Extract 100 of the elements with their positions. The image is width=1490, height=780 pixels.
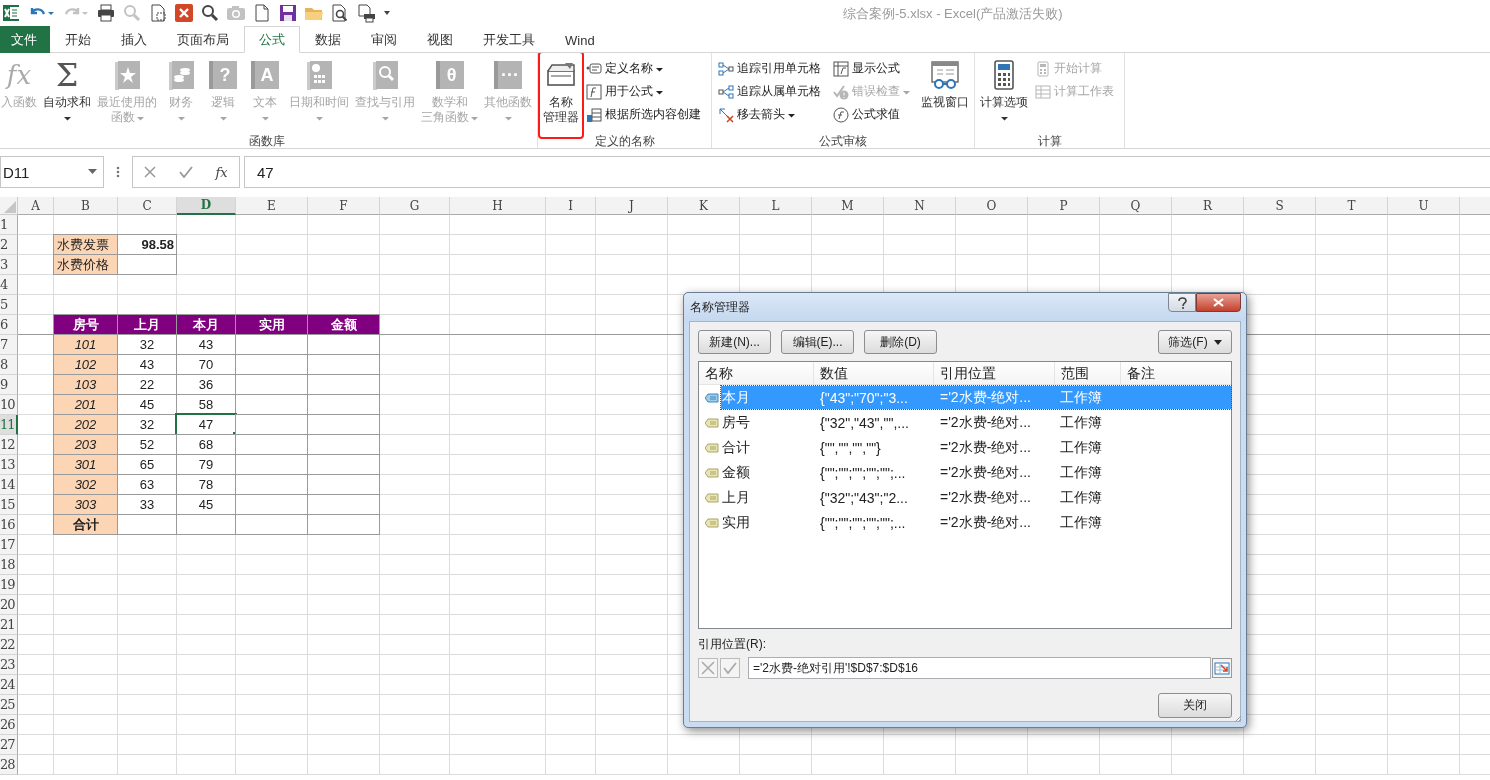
row-header[interactable]: 3 (0, 255, 18, 275)
ribbon-button[interactable]: 定义名称 (586, 57, 705, 80)
row-header[interactable]: 23 (0, 655, 18, 675)
printer-icon[interactable] (96, 3, 116, 23)
column-header[interactable]: N (884, 197, 956, 215)
row-header[interactable]: 13 (0, 455, 18, 475)
ribbon-button[interactable]: 监视窗口 (918, 57, 972, 133)
column-header[interactable]: M (812, 197, 884, 215)
close-button[interactable] (1196, 293, 1241, 312)
resize-grip-icon[interactable] (1233, 714, 1242, 723)
column-header[interactable]: D (177, 197, 236, 215)
save-icon[interactable] (278, 3, 298, 23)
ribbon-tab[interactable]: 公式 (244, 26, 300, 53)
reference-field[interactable]: ='2水费-绝对引用'!$D$7:$D$16 (748, 657, 1211, 679)
row-header[interactable]: 12 (0, 435, 18, 455)
list-row[interactable]: 房号 {"32","43","",... ='2水费-绝对... 工作簿 (721, 411, 1231, 434)
ribbon-button[interactable]: 名称 管理器 (540, 53, 582, 137)
list-row[interactable]: 合计 {"","","",""} ='2水费-绝对... 工作簿 (721, 436, 1231, 459)
name-box[interactable]: D11 (0, 156, 104, 188)
ribbon-button[interactable]: 计算选项 (977, 57, 1031, 133)
page-icon[interactable] (252, 3, 272, 23)
row-header[interactable]: 15 (0, 495, 18, 515)
row-header[interactable]: 17 (0, 535, 18, 555)
column-header[interactable]: G (380, 197, 450, 215)
row-header[interactable]: 1 (0, 215, 18, 235)
row-header[interactable]: 28 (0, 755, 18, 775)
list-row[interactable]: 上月 {"32";"43";"2... ='2水费-绝对... 工作簿 (721, 486, 1231, 509)
column-header[interactable]: H (450, 197, 546, 215)
column-heading[interactable]: 范围 (1055, 362, 1121, 384)
ribbon-button[interactable]: 追踪从属单元格 (718, 80, 825, 103)
preview-icon[interactable] (330, 3, 350, 23)
row-header[interactable]: 24 (0, 675, 18, 695)
filter-button[interactable]: 筛选(F) (1158, 330, 1232, 354)
row-header[interactable]: 18 (0, 555, 18, 575)
column-header[interactable]: F (308, 197, 380, 215)
ribbon-tab[interactable]: Wind (550, 26, 610, 53)
column-header[interactable]: R (1172, 197, 1244, 215)
column-header[interactable]: I (546, 197, 596, 215)
collapse-dialog-icon[interactable] (1212, 658, 1232, 678)
column-header[interactable]: U (1388, 197, 1460, 215)
dialog-button[interactable]: 新建(N)... (698, 330, 771, 354)
row-header[interactable]: 16 (0, 515, 18, 535)
names-list[interactable] (698, 361, 1232, 629)
row-header[interactable]: 14 (0, 475, 18, 495)
file-tab[interactable]: 文件 (0, 26, 50, 53)
list-row[interactable]: 金额 {"";"";"";"";"";... ='2水费-绝对... 工作簿 (721, 461, 1231, 484)
column-heading[interactable]: 引用位置 (934, 362, 1055, 384)
column-heading[interactable]: 备注 (1121, 362, 1231, 384)
ribbon-button[interactable]: 根据所选内容创建 (586, 103, 705, 126)
column-heading[interactable]: 名称 (699, 362, 814, 384)
column-header[interactable]: L (740, 197, 812, 215)
ribbon-tab[interactable]: 视图 (412, 26, 468, 53)
help-button[interactable] (1168, 293, 1196, 312)
row-header[interactable]: 25 (0, 695, 18, 715)
insert-function-button[interactable]: fx (215, 164, 228, 180)
delete-icon[interactable] (174, 3, 194, 23)
column-header[interactable]: C (118, 197, 177, 215)
row-header[interactable]: 10 (0, 395, 18, 415)
row-header[interactable]: 9 (0, 375, 18, 395)
row-header[interactable]: 26 (0, 715, 18, 735)
column-header[interactable]: J (596, 197, 668, 215)
list-row[interactable]: 实用 {"";"";"";"";"";... ='2水费-绝对... 工作簿 (721, 511, 1231, 534)
ribbon-button[interactable]: 追踪引用单元格 (718, 57, 825, 80)
ribbon-tab[interactable]: 插入 (106, 26, 162, 53)
more-icon[interactable] (116, 166, 120, 178)
ribbon-button[interactable]: Σ 自动求和 (40, 57, 94, 133)
column-heading[interactable]: 数值 (814, 362, 934, 384)
row-header[interactable]: 11 (0, 415, 18, 435)
row-header[interactable]: 5 (0, 295, 18, 315)
column-header[interactable]: E (236, 197, 308, 215)
dialog-button[interactable]: 删除(D) (864, 330, 937, 354)
ribbon-button[interactable]: 移去箭头 (718, 103, 825, 126)
column-header[interactable]: T (1316, 197, 1388, 215)
formula-field[interactable]: 47 (244, 156, 1490, 188)
row-header[interactable]: 4 (0, 275, 18, 295)
row-header[interactable]: 6 (0, 315, 18, 335)
row-header[interactable]: 8 (0, 355, 18, 375)
print-page-icon[interactable] (356, 3, 376, 23)
close-button[interactable]: 关闭 (1158, 693, 1232, 718)
ribbon-tab[interactable]: 开始 (50, 26, 106, 53)
ribbon-tab[interactable]: 开发工具 (468, 26, 550, 53)
column-header[interactable]: A (18, 197, 54, 215)
row-header[interactable]: 20 (0, 595, 18, 615)
cancel-icon[interactable] (144, 166, 157, 178)
column-header[interactable]: B (54, 197, 118, 215)
row-header[interactable]: 22 (0, 635, 18, 655)
column-header[interactable]: S (1244, 197, 1316, 215)
ribbon-button[interactable]: 用于公式 (586, 80, 705, 103)
column-header[interactable]: O (956, 197, 1028, 215)
active-cell[interactable]: 47 (176, 414, 236, 435)
row-header[interactable]: 27 (0, 735, 18, 755)
row-header[interactable]: 21 (0, 615, 18, 635)
row-header[interactable]: 2 (0, 235, 18, 255)
spreadsheet-icon[interactable] (2, 3, 22, 23)
column-header[interactable]: P (1028, 197, 1100, 215)
ribbon-button[interactable]: 显示公式 (833, 57, 914, 80)
enter-icon[interactable] (178, 166, 193, 178)
ribbon-tab[interactable]: 数据 (300, 26, 356, 53)
document-icon[interactable] (148, 3, 168, 23)
column-header[interactable]: K (668, 197, 740, 215)
